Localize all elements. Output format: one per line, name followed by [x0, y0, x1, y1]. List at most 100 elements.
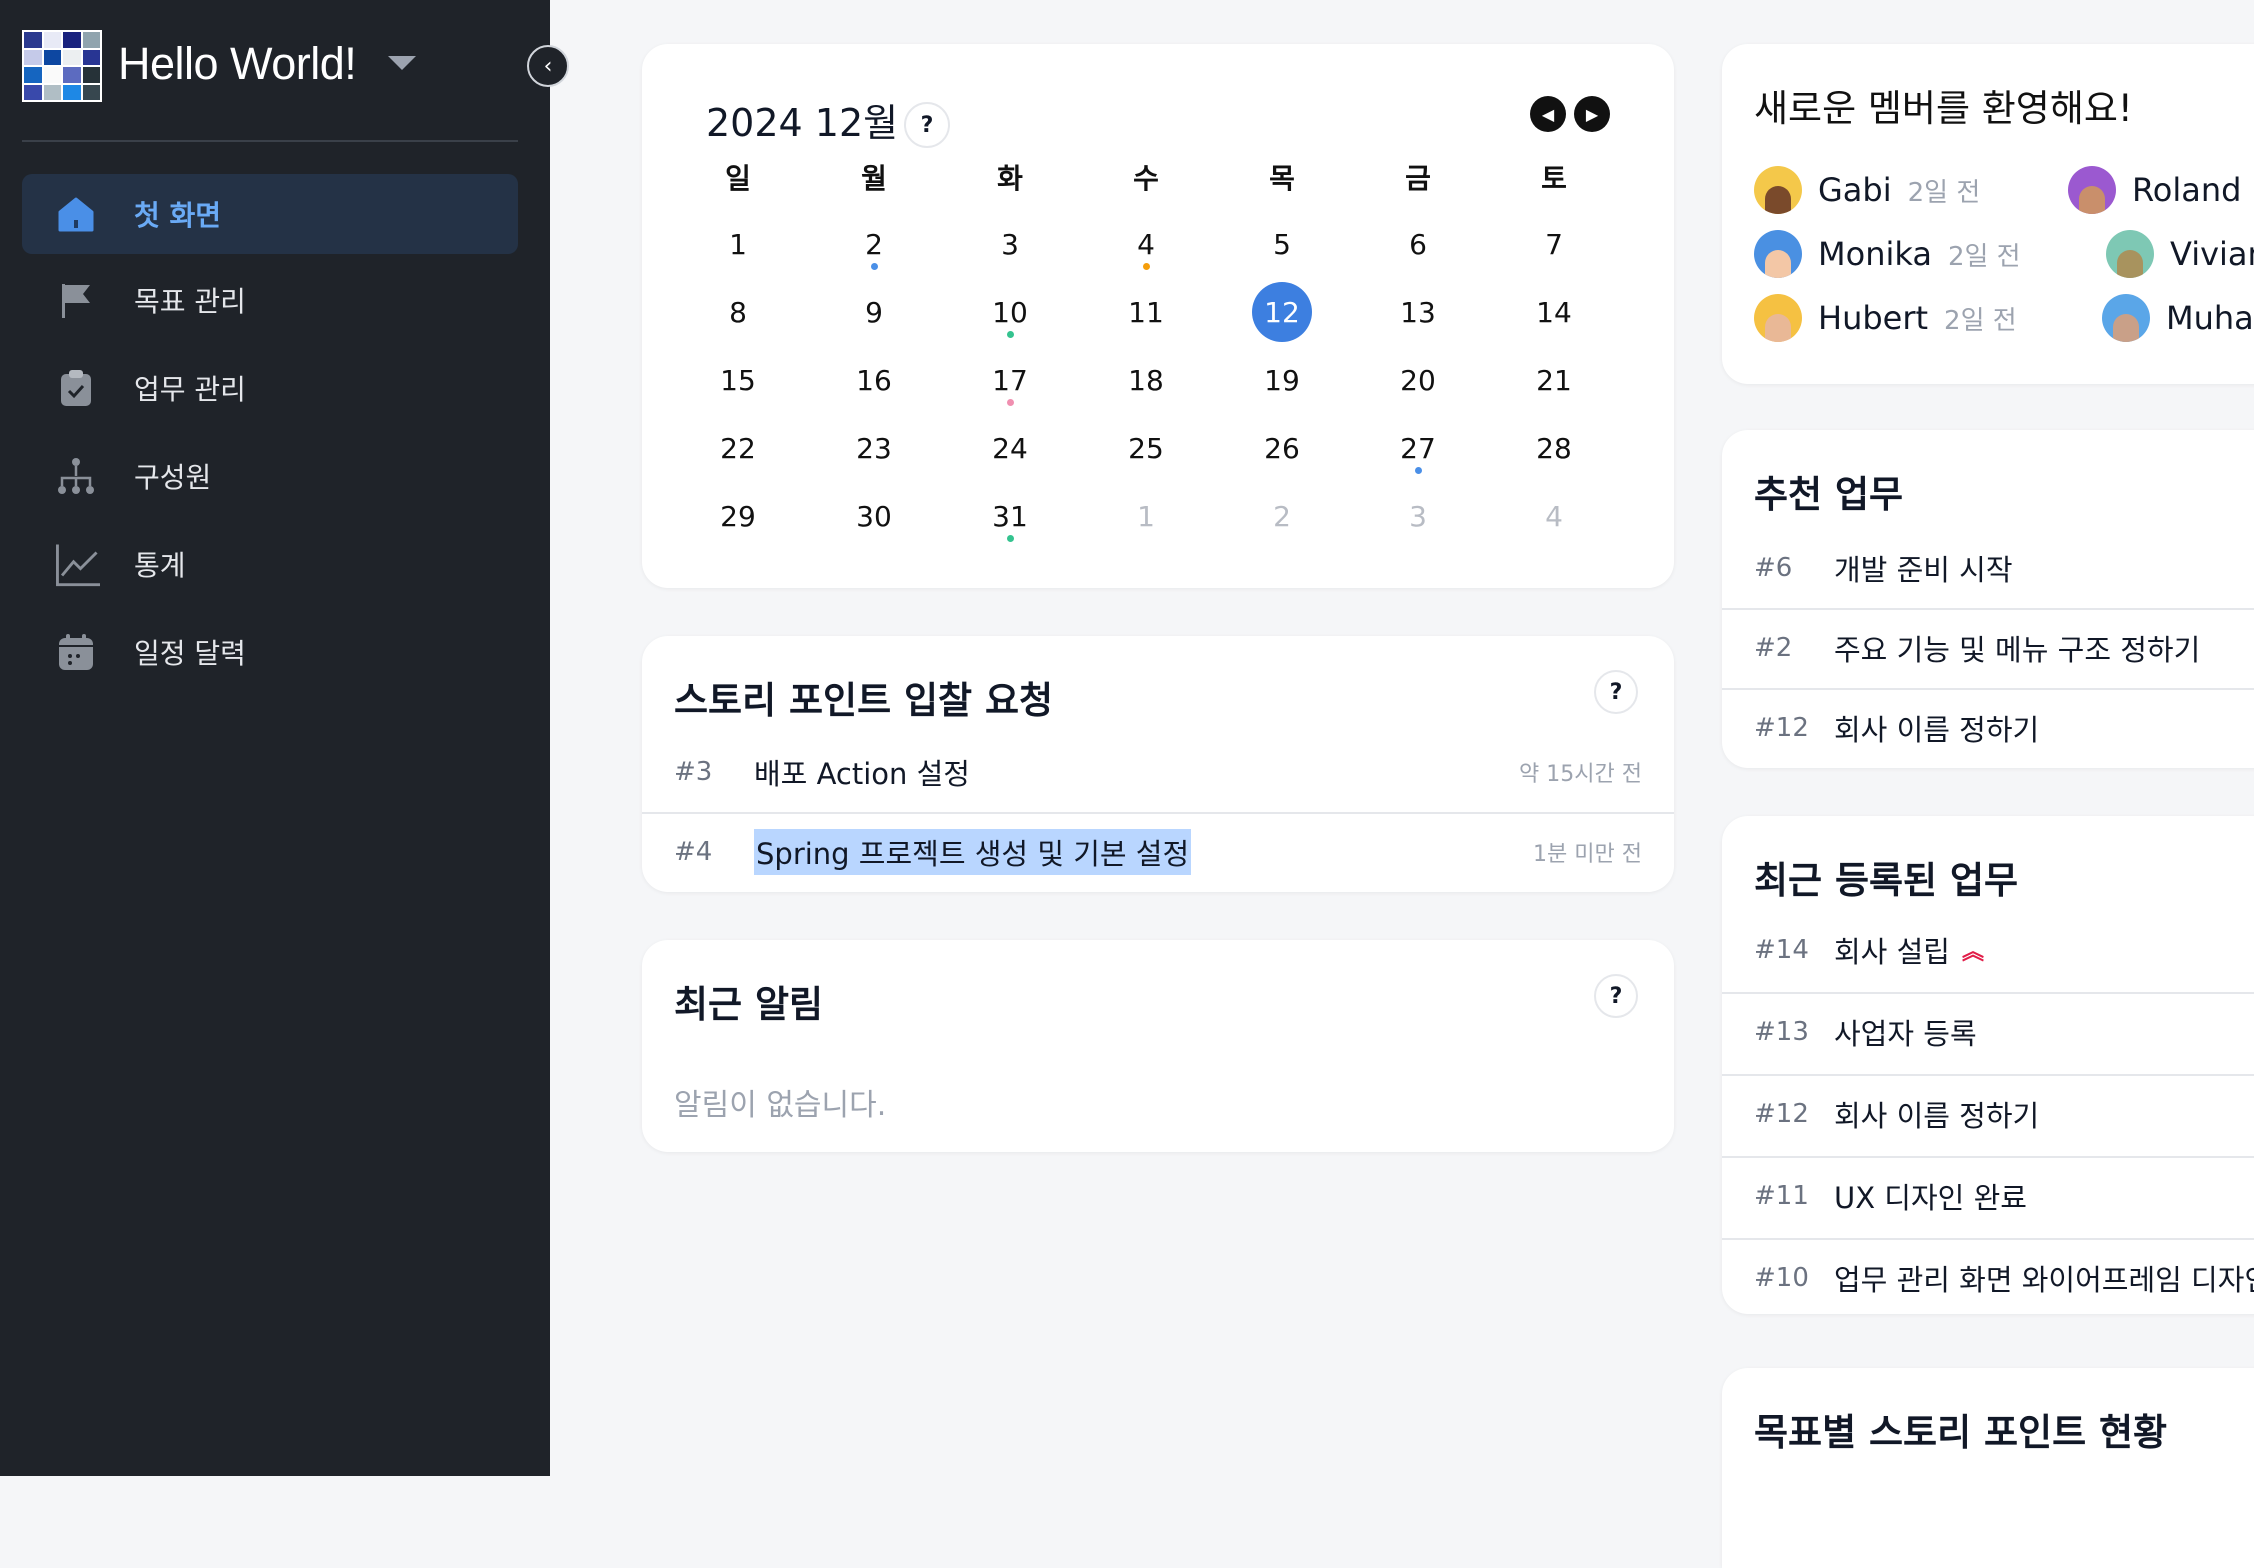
card-title: 최근 알림	[674, 983, 824, 1026]
help-icon[interactable]: ?	[904, 102, 950, 148]
calendar-day[interactable]: 7	[1486, 210, 1622, 278]
help-icon[interactable]: ?	[1594, 974, 1638, 1018]
workspace-logo[interactable]	[22, 30, 102, 102]
calendar-day[interactable]: 17	[942, 346, 1078, 414]
weekday-header: 월	[861, 162, 887, 195]
day-number: 6	[1409, 227, 1427, 261]
day-number: 4	[1137, 227, 1155, 261]
calendar-day[interactable]: 4	[1078, 210, 1214, 278]
calendar-day[interactable]: 24	[942, 414, 1078, 482]
calendar-day[interactable]: 2	[1214, 482, 1350, 550]
event-dot	[1143, 263, 1150, 270]
calendar-day[interactable]: 1	[670, 210, 806, 278]
member-name: Hubert	[1818, 299, 1929, 337]
calendar-icon	[59, 634, 93, 670]
calendar-day[interactable]: 21	[1486, 346, 1622, 414]
calendar-day[interactable]: 19	[1214, 346, 1350, 414]
calendar-day[interactable]: 1	[1078, 482, 1214, 550]
task-title-wrap: 회사 설립 ︽	[1834, 929, 1984, 971]
calendar-day[interactable]: 2	[806, 210, 942, 278]
list-item[interactable]: #6 개발 준비 시작	[1722, 528, 2254, 608]
calendar-day[interactable]: 14	[1486, 278, 1622, 346]
sidebar-item-label: 목표 관리	[134, 285, 246, 318]
list-item[interactable]: #4 Spring 프로젝트 생성 및 기본 설정 1분 미만 전	[642, 812, 1674, 892]
day-number: 30	[856, 499, 892, 533]
list-item[interactable]: #10 업무 관리 화면 와이어프레임 디자인	[1722, 1238, 2254, 1318]
workspace-name[interactable]: Hello World!	[118, 38, 357, 90]
caret-right-icon: ▶	[1585, 104, 1599, 124]
day-number: 14	[1536, 295, 1572, 329]
list-item[interactable]: #14 회사 설립 ︽	[1722, 910, 2254, 990]
day-number: 1	[729, 227, 747, 261]
help-icon[interactable]: ?	[1594, 670, 1638, 714]
sidebar-item-home[interactable]: 첫 화면	[22, 174, 518, 254]
calendar-day[interactable]: 31	[942, 482, 1078, 550]
collapse-sidebar-button[interactable]: ‹	[527, 45, 569, 87]
day-number: 24	[992, 431, 1028, 465]
caret-left-icon: ◀	[1541, 104, 1555, 124]
calendar-day[interactable]: 13	[1350, 278, 1486, 346]
day-number: 20	[1400, 363, 1436, 397]
list-item[interactable]: #3 배포 Action 설정 약 15시간 전	[642, 732, 1674, 812]
task-title: 회사 이름 정하기	[1834, 1099, 2040, 1133]
day-number: 19	[1264, 363, 1300, 397]
workspace-dropdown-caret-icon[interactable]	[388, 56, 416, 70]
line-chart-icon	[56, 544, 100, 587]
member-name: Vivian	[2170, 235, 2254, 273]
member-joined-time: 2일 전	[1907, 177, 1981, 208]
day-number: 23	[856, 431, 892, 465]
list-item[interactable]: #12 회사 이름 정하기	[1722, 1074, 2254, 1154]
recommended-tasks-card: 추천 업무 #6 개발 준비 시작 #2 주요 기능 및 메뉴 구조 정하기 #…	[1722, 430, 2254, 768]
day-number: 27	[1400, 431, 1436, 465]
calendar-day[interactable]: 29	[670, 482, 806, 550]
calendar-day[interactable]: 15	[670, 346, 806, 414]
goal-story-points-card: 목표별 스토리 포인트 현황	[1722, 1368, 2254, 1568]
calendar-day-today[interactable]: 12	[1214, 278, 1350, 346]
next-month-button[interactable]: ▶	[1574, 96, 1610, 132]
calendar-day[interactable]: 28	[1486, 414, 1622, 482]
calendar-day[interactable]: 3	[942, 210, 1078, 278]
event-dot	[1007, 399, 1014, 406]
calendar-card: 2024 12월 ? ◀ ▶ 일 월 화 수 목 금 토 1 2 3 4 5 6 7 8 9 10 11 12 13 1…	[642, 44, 1674, 588]
calendar-day[interactable]: 18	[1078, 346, 1214, 414]
calendar-day[interactable]: 30	[806, 482, 942, 550]
calendar-day[interactable]: 11	[1078, 278, 1214, 346]
task-number: #11	[1754, 1181, 1809, 1211]
calendar-day[interactable]: 26	[1214, 414, 1350, 482]
member-item[interactable]: Monika 2일 전	[1754, 230, 2021, 278]
list-item[interactable]: #12 회사 이름 정하기	[1722, 688, 2254, 768]
calendar-day[interactable]: 6	[1350, 210, 1486, 278]
calendar-day[interactable]: 4	[1486, 482, 1622, 550]
calendar-day[interactable]: 22	[670, 414, 806, 482]
calendar-day[interactable]: 27	[1350, 414, 1486, 482]
avatar	[1754, 294, 1802, 342]
task-number: #10	[1754, 1263, 1809, 1293]
calendar-day[interactable]: 10	[942, 278, 1078, 346]
sidebar-item-stats[interactable]: 통계	[22, 524, 518, 604]
calendar-day[interactable]: 16	[806, 346, 942, 414]
calendar-day[interactable]: 5	[1214, 210, 1350, 278]
weekday-header: 토	[1541, 162, 1567, 195]
sidebar-item-goals[interactable]: 목표 관리	[22, 260, 518, 340]
day-number: 2	[1273, 499, 1291, 533]
calendar-day[interactable]: 3	[1350, 482, 1486, 550]
member-item[interactable]: Gabi 2일 전	[1754, 166, 1980, 214]
member-item[interactable]: Roland 2	[2068, 166, 2254, 214]
sidebar-item-calendar[interactable]: 일정 달력	[22, 612, 518, 692]
sidebar-item-tasks[interactable]: 업무 관리	[22, 348, 518, 428]
sidebar-item-members[interactable]: 구성원	[22, 436, 518, 516]
member-item[interactable]: Hubert 2일 전	[1754, 294, 2017, 342]
list-item[interactable]: #11 UX 디자인 완료	[1722, 1156, 2254, 1236]
calendar-day[interactable]: 20	[1350, 346, 1486, 414]
chevron-left-icon: ‹	[543, 53, 553, 79]
calendar-day[interactable]: 25	[1078, 414, 1214, 482]
prev-month-button[interactable]: ◀	[1530, 96, 1566, 132]
calendar-day[interactable]: 23	[806, 414, 942, 482]
list-item[interactable]: #13 사업자 등록	[1722, 992, 2254, 1072]
calendar-day[interactable]: 8	[670, 278, 806, 346]
member-item[interactable]: Muhar	[2102, 294, 2254, 342]
member-item[interactable]: Vivian	[2106, 230, 2254, 278]
calendar-day[interactable]: 9	[806, 278, 942, 346]
card-title: 추천 업무	[1754, 473, 1904, 516]
list-item[interactable]: #2 주요 기능 및 메뉴 구조 정하기	[1722, 608, 2254, 688]
